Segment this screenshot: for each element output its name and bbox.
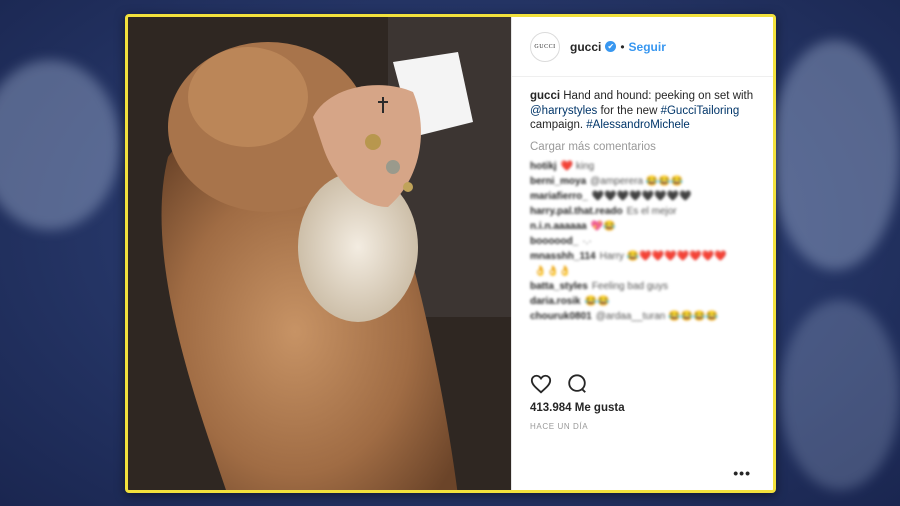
instagram-post-frame: GUCCI gucci ✔ • Seguir gucci Hand and ho… xyxy=(125,14,776,493)
comment-user[interactable]: harry.pal.that.reado xyxy=(530,206,623,217)
comment-item: mariafierro_ 🖤🖤🖤🖤🖤🖤🖤🖤 xyxy=(530,189,755,204)
comment-text: Harry 😂❤️❤️❤️❤️❤️❤️❤️ xyxy=(599,250,727,262)
comment-text: ·.· xyxy=(582,235,592,247)
comment-user[interactable]: daria.rosik xyxy=(530,296,581,307)
post-caption: gucci Hand and hound: peeking on set wit… xyxy=(530,89,755,133)
profile-avatar[interactable]: GUCCI xyxy=(530,31,560,62)
comment-text: @ardaa__turan 😂😂😂😂 xyxy=(595,310,718,322)
comments-section: gucci Hand and hound: peeking on set wit… xyxy=(512,77,773,324)
heart-icon[interactable] xyxy=(530,373,552,395)
caption-text-1: Hand and hound: peeking on set with xyxy=(563,90,754,102)
post-photo xyxy=(128,17,511,490)
comment-text: Es el mejor xyxy=(626,205,677,217)
comment-text: 😂😂 xyxy=(584,295,610,307)
post-actions xyxy=(530,373,588,395)
likes-count[interactable]: 413.984 Me gusta xyxy=(530,402,625,414)
dog-photo-illustration xyxy=(128,17,511,490)
background-blur-left xyxy=(0,60,120,230)
follow-button[interactable]: Seguir xyxy=(629,40,666,54)
comment-item: daria.rosik 😂😂 xyxy=(530,294,755,309)
comment-item: berni_moya @amperera 😂😂😂 xyxy=(530,174,755,189)
background-blur-right xyxy=(770,40,900,270)
comment-user[interactable]: hotikj xyxy=(530,161,557,172)
caption-author[interactable]: gucci xyxy=(530,90,560,102)
comment-item: mnasshh_114 Harry 😂❤️❤️❤️❤️❤️❤️❤️ xyxy=(530,249,755,264)
comment-item: batta_styles Feeling bad guys xyxy=(530,279,755,294)
background-blur-bottom xyxy=(780,300,900,490)
comment-item: boooood_ ·.· xyxy=(530,234,755,249)
verified-badge-icon: ✔ xyxy=(605,41,617,52)
comment-text: ❤️ king xyxy=(560,160,595,172)
comment-user[interactable]: boooood_ xyxy=(530,236,578,247)
comment-user[interactable]: n.i.n.aaaaaa xyxy=(530,221,587,232)
comment-item: n.i.n.aaaaaa 💖😂 xyxy=(530,219,755,234)
caption-text-3: campaign. xyxy=(530,119,584,131)
comment-list: hotikj ❤️ king berni_moya @amperera 😂😂😂 ma… xyxy=(530,159,755,324)
comment-item: hotikj ❤️ king xyxy=(530,159,755,174)
caption-mention[interactable]: @harrystyles xyxy=(530,105,597,117)
post-header: GUCCI gucci ✔ • Seguir xyxy=(512,17,773,77)
header-separator: • xyxy=(620,39,625,54)
comment-text: 👌👌👌 xyxy=(534,265,572,277)
comment-text: Feeling bad guys xyxy=(591,280,668,292)
comment-text: 🖤🖤🖤🖤🖤🖤🖤🖤 xyxy=(591,190,692,202)
post-side-panel: GUCCI gucci ✔ • Seguir gucci Hand and ho… xyxy=(511,17,773,490)
caption-hashtag-tailoring[interactable]: #GucciTailoring xyxy=(661,105,740,117)
comment-item: harry.pal.that.reado Es el mejor xyxy=(530,204,755,219)
load-more-comments-link[interactable]: Cargar más comentarios xyxy=(530,141,755,153)
ellipsis-icon[interactable]: ••• xyxy=(733,465,751,481)
comment-item: 👌👌👌 xyxy=(530,264,755,279)
caption-text-2: for the new xyxy=(600,104,658,117)
comment-item: chouruk0801 @ardaa__turan 😂😂😂😂 xyxy=(530,309,755,324)
comment-user[interactable]: chouruk0801 xyxy=(530,311,592,322)
comment-user[interactable]: berni_moya xyxy=(530,176,586,187)
comment-text: @amperera 😂😂😂 xyxy=(590,175,684,187)
comment-bubble-icon[interactable] xyxy=(566,373,588,395)
comment-user[interactable]: mariafierro_ xyxy=(530,191,588,202)
post-timestamp: HACE UN DÍA xyxy=(530,422,589,431)
comment-user[interactable]: batta_styles xyxy=(530,281,588,292)
caption-hashtag-michele[interactable]: #AlessandroMichele xyxy=(586,119,690,131)
profile-username[interactable]: gucci xyxy=(570,40,601,54)
comment-text: 💖😂 xyxy=(590,220,616,232)
comment-user[interactable]: mnasshh_114 xyxy=(530,251,596,262)
